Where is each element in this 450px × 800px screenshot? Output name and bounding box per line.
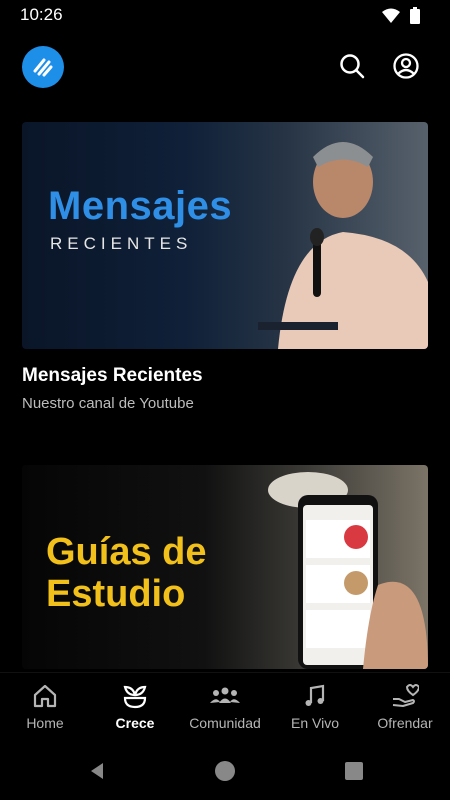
phone-photo <box>268 472 428 669</box>
banner-title-line1: Guías de <box>46 531 207 573</box>
card-mensajes-recientes[interactable]: Mensajes RECIENTES Mensajes Recientes Nu… <box>22 122 428 412</box>
nav-label-ofrendar: Ofrendar <box>377 715 433 731</box>
community-icon <box>210 687 240 703</box>
recents-icon <box>345 762 363 780</box>
back-button[interactable] <box>86 760 108 782</box>
account-icon <box>393 53 419 79</box>
banner-subtitle: RECIENTES <box>50 234 193 253</box>
home-system-button[interactable] <box>214 760 236 782</box>
card-subtitle: Nuestro canal de Youtube <box>22 395 194 412</box>
card-guias-de-estudio[interactable]: Guías de Estudio <box>22 465 428 669</box>
app-logo[interactable] <box>22 46 64 88</box>
search-icon <box>340 54 365 79</box>
nav-item-ofrendar[interactable]: Ofrendar <box>360 673 450 743</box>
status-icons <box>382 7 420 29</box>
status-time: 10:26 <box>20 5 63 24</box>
nav-item-comunidad[interactable]: Comunidad <box>180 673 270 743</box>
wifi-icon <box>382 8 400 29</box>
banner-title: Guías de Estudio <box>46 531 207 615</box>
speaker-photo <box>258 142 428 349</box>
system-navigation <box>0 742 450 800</box>
plant-icon <box>123 685 147 709</box>
card-title: Mensajes Recientes <box>22 365 203 386</box>
nav-item-en-vivo[interactable]: En Vivo <box>270 673 360 743</box>
banner-title-line2: Estudio <box>46 573 186 615</box>
nav-item-crece[interactable]: Crece <box>90 673 180 743</box>
back-icon <box>91 763 103 779</box>
nav-label-comunidad: Comunidad <box>189 715 261 731</box>
bottom-navigation: Home Crece Comunidad En Vivo Ofrendar <box>0 672 450 743</box>
music-icon <box>305 684 325 706</box>
nav-label-home: Home <box>26 715 64 731</box>
nav-label-crece: Crece <box>115 715 155 731</box>
home-icon <box>33 684 57 708</box>
card-image-guias[interactable]: Guías de Estudio <box>22 465 428 669</box>
nav-item-home[interactable]: Home <box>0 673 90 743</box>
card-image-mensajes[interactable]: Mensajes RECIENTES <box>22 122 428 349</box>
banner-title: Mensajes <box>48 184 233 228</box>
app-bar <box>0 36 450 96</box>
nav-label-en-vivo: En Vivo <box>291 715 339 731</box>
status-bar: 10:26 <box>0 0 450 30</box>
logo-icon <box>33 58 53 77</box>
home-circle-icon <box>215 761 235 781</box>
battery-icon <box>410 7 420 29</box>
search-button[interactable] <box>336 50 368 82</box>
give-icon <box>392 684 419 707</box>
recents-button[interactable] <box>343 760 365 782</box>
profile-button[interactable] <box>390 50 422 82</box>
